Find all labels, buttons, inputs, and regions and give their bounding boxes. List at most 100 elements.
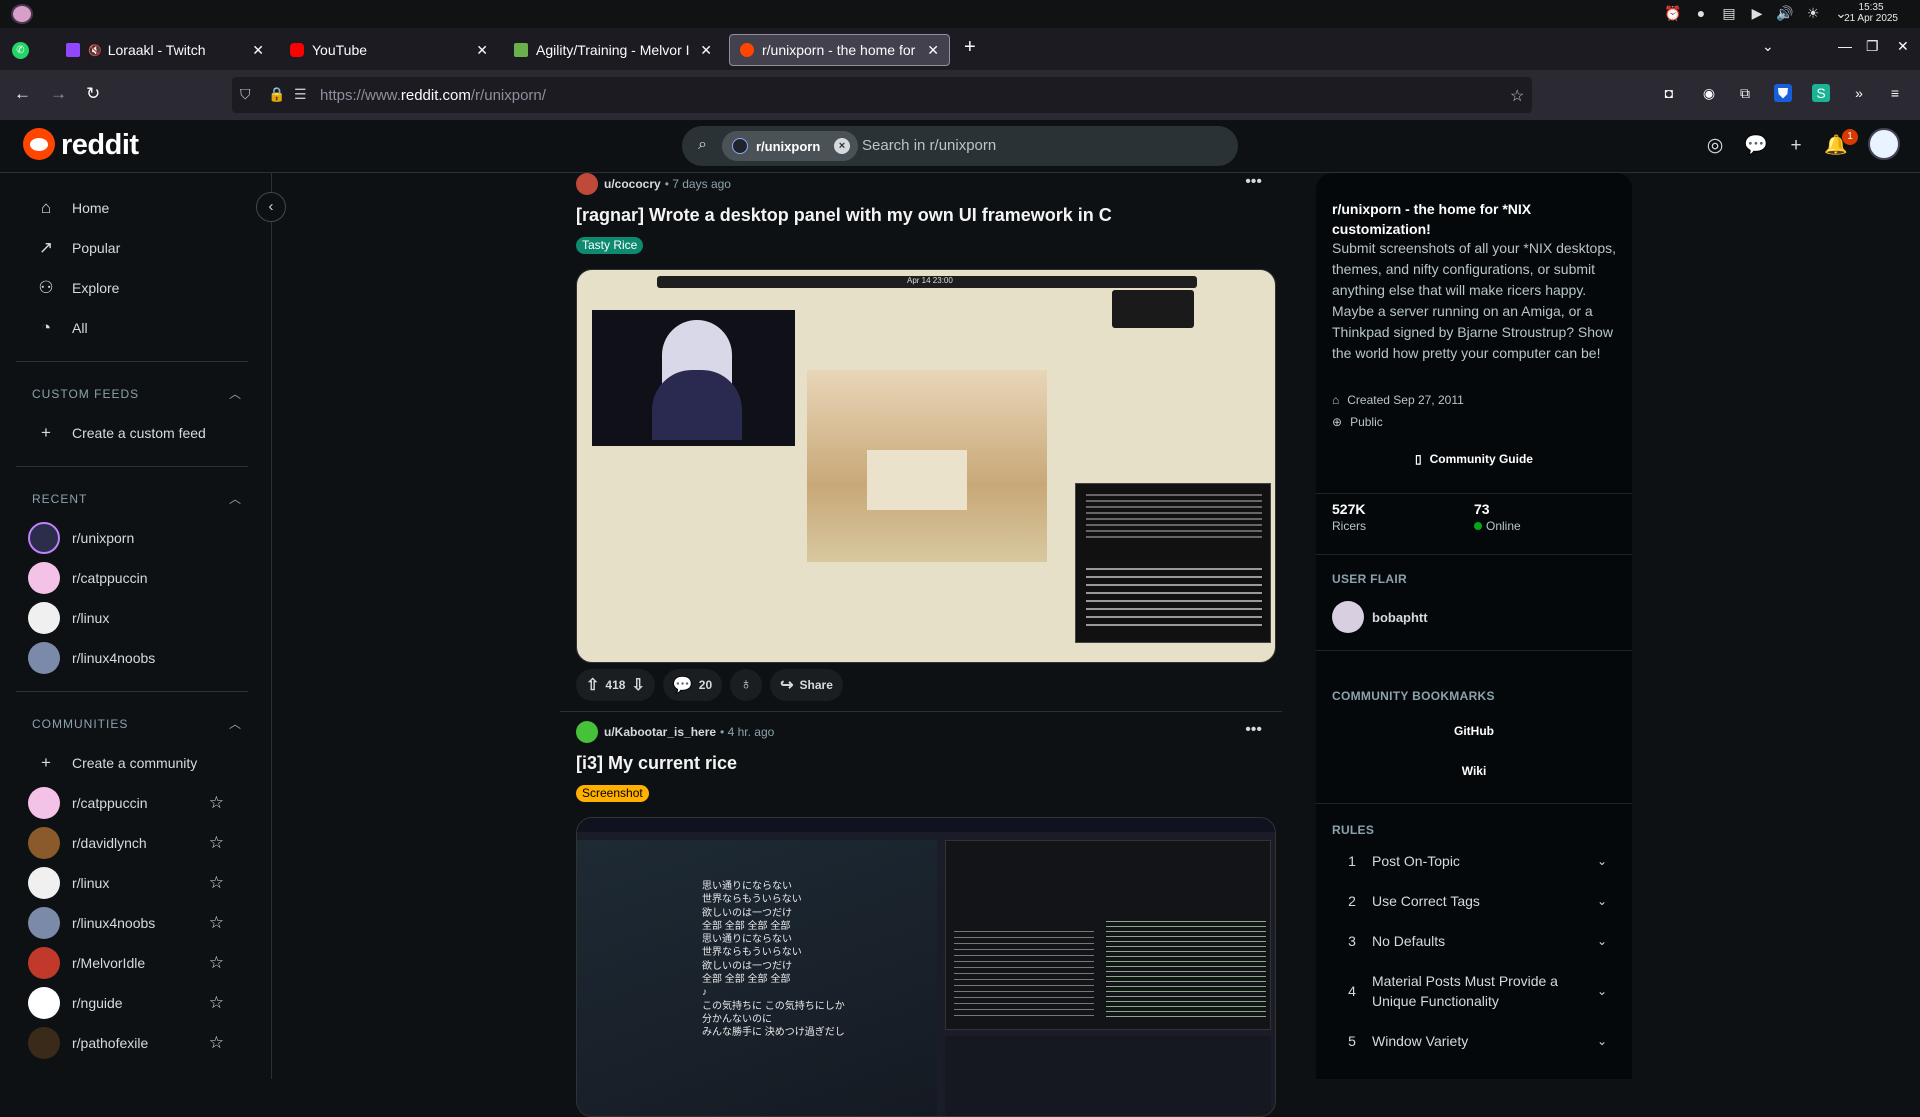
alarm-icon[interactable]: ⏰ [1664, 4, 1682, 22]
search-scope-chip[interactable]: r/unixporn × [722, 131, 858, 161]
os-menu-icon[interactable] [11, 4, 33, 24]
url-bar[interactable]: ⛉ 🔒 ☰ https://www.reddit.com/r/unixporn/… [232, 77, 1532, 113]
user-avatar[interactable] [576, 173, 598, 195]
post-flair[interactable]: Screenshot [576, 785, 649, 802]
clipboard-icon[interactable]: ▤ [1720, 4, 1738, 22]
star-icon[interactable]: ☆ [209, 873, 224, 893]
star-icon[interactable]: ☆ [209, 993, 224, 1013]
star-icon[interactable]: ☆ [209, 913, 224, 933]
pocket-icon[interactable]: ◘ [1660, 84, 1678, 102]
bookmark-wiki[interactable]: Wiki [1332, 754, 1616, 788]
shield-icon[interactable]: ⛉ [240, 86, 251, 103]
muted-speaker-icon[interactable]: 🔇 [88, 44, 102, 57]
post-author[interactable]: u/cococry [604, 177, 661, 191]
rule-item[interactable]: 2 Use Correct Tags ⌄ [1332, 891, 1616, 911]
post-author[interactable]: u/Kabootar_is_here [604, 725, 716, 739]
bookmark-github[interactable]: GitHub [1332, 714, 1616, 748]
award-button[interactable]: ♁ [730, 669, 763, 701]
downvote-icon[interactable]: ⇩ [631, 675, 644, 695]
rule-item[interactable]: 3 No Defaults ⌄ [1332, 931, 1616, 951]
chevron-up-icon[interactable]: ︿ [229, 715, 242, 732]
post-flair[interactable]: Tasty Rice [576, 237, 644, 254]
forward-icon[interactable]: → [50, 84, 67, 104]
media-play-icon[interactable]: ▶ [1748, 4, 1766, 22]
star-icon[interactable]: ☆ [209, 793, 224, 813]
post-image[interactable]: Apr 14 23:00 [576, 269, 1276, 663]
restore-icon[interactable]: ❐ [1866, 38, 1879, 55]
reddit-wordmark[interactable]: reddit [61, 129, 139, 162]
steam-icon[interactable]: ● [1692, 4, 1710, 22]
menu-icon[interactable]: ≡ [1886, 84, 1904, 102]
recent-item[interactable]: r/unixporn [16, 518, 248, 558]
user-avatar[interactable] [1868, 128, 1900, 160]
reddit-logo-icon[interactable] [23, 128, 55, 160]
sidebar-item-home[interactable]: ⌂ Home [16, 188, 248, 228]
sidebar-item-popular[interactable]: ↗ Popular [16, 228, 248, 268]
share-button[interactable]: ↪ Share [770, 669, 843, 701]
overflow-icon[interactable]: » [1850, 84, 1868, 102]
rule-item[interactable]: 4 Material Posts Must Provide a Unique Fu… [1332, 971, 1616, 1011]
clear-scope-icon[interactable]: × [834, 138, 850, 154]
star-icon[interactable]: ☆ [209, 953, 224, 973]
extensions-icon[interactable]: ⧉ [1736, 84, 1754, 102]
recent-item[interactable]: r/linux4noobs [16, 638, 248, 678]
community-item[interactable]: r/davidlynch ☆ [16, 823, 248, 863]
close-tab-icon[interactable]: ✕ [927, 42, 939, 59]
bookmark-star-icon[interactable]: ☆ [1510, 86, 1524, 106]
minimize-icon[interactable]: — [1838, 38, 1852, 54]
tab-twitch[interactable]: 🔇 Loraakl - Twitch ✕ [56, 34, 274, 66]
recent-item[interactable]: r/linux [16, 598, 248, 638]
permissions-icon[interactable]: ☰ [294, 86, 307, 103]
brightness-icon[interactable]: ☀ [1804, 4, 1822, 22]
upvote-icon[interactable]: ⇧ [586, 675, 599, 695]
more-options-icon[interactable]: ••• [1245, 721, 1262, 739]
rule-item[interactable]: 5 Window Variety ⌄ [1332, 1031, 1616, 1051]
create-post-icon[interactable]: + [1784, 134, 1808, 158]
volume-icon[interactable]: 🔊 [1776, 4, 1794, 22]
recent-heading[interactable]: RECENT ︿ [32, 492, 241, 506]
more-options-icon[interactable]: ••• [1245, 173, 1262, 191]
create-custom-feed[interactable]: + Create a custom feed [16, 413, 248, 453]
community-item[interactable]: r/catppuccin ☆ [16, 783, 248, 823]
community-item[interactable]: r/nguide ☆ [16, 983, 248, 1023]
chevron-up-icon[interactable]: ︿ [229, 490, 242, 507]
sidebar-item-explore[interactable]: ⚇ Explore [16, 268, 248, 308]
rule-item[interactable]: 1 Post On-Topic ⌄ [1332, 851, 1616, 871]
create-community[interactable]: + Create a community [16, 743, 248, 783]
community-guide-button[interactable]: ▯ Community Guide [1332, 442, 1616, 476]
search-bar[interactable]: ⌕ r/unixporn × Search in r/unixporn [682, 126, 1238, 166]
chat-icon[interactable]: 💬 [1744, 134, 1768, 158]
tab-unixporn[interactable]: r/unixporn - the home for ✕ [729, 34, 950, 66]
close-window-icon[interactable]: ✕ [1897, 38, 1909, 55]
community-item[interactable]: r/linux ☆ [16, 863, 248, 903]
bitwarden-icon[interactable]: ⛊ [1774, 84, 1792, 102]
community-item[interactable]: r/MelvorIdle ☆ [16, 943, 248, 983]
sidebar-item-all[interactable]: ◔ All [16, 308, 248, 348]
chevron-up-icon[interactable]: ︿ [229, 385, 242, 402]
close-tab-icon[interactable]: ✕ [700, 42, 712, 59]
advertise-icon[interactable]: ◎ [1703, 134, 1727, 158]
star-icon[interactable]: ☆ [209, 833, 224, 853]
clock[interactable]: 15:35 21 Apr 2025 [1844, 2, 1898, 24]
account-icon[interactable]: ◉ [1700, 84, 1718, 102]
back-icon[interactable]: ← [14, 84, 31, 104]
comments-button[interactable]: 💬 20 [662, 669, 723, 701]
community-item[interactable]: r/linux4noobs ☆ [16, 903, 248, 943]
lock-icon[interactable]: 🔒 [268, 86, 285, 103]
post-title[interactable]: [ragnar] Wrote a desktop panel with my o… [576, 205, 1112, 226]
extension-s-icon[interactable]: S [1812, 84, 1830, 102]
close-tab-icon[interactable]: ✕ [476, 42, 488, 59]
community-item[interactable]: r/pathofexile ☆ [16, 1023, 248, 1063]
reload-icon[interactable]: ↻ [86, 84, 100, 104]
url-text[interactable]: https://www.reddit.com/r/unixporn/ [320, 87, 546, 104]
collapse-sidebar-button[interactable]: ‹ [256, 192, 286, 222]
whatsapp-icon[interactable]: ✆ [12, 42, 29, 59]
close-tab-icon[interactable]: ✕ [252, 42, 264, 59]
star-icon[interactable]: ☆ [209, 1033, 224, 1053]
search-input[interactable]: Search in r/unixporn [862, 137, 996, 154]
user-flair-row[interactable]: bobaphtt [1332, 601, 1428, 633]
post-title[interactable]: [i3] My current rice [576, 753, 737, 774]
tab-list-icon[interactable]: ⌄ [1762, 38, 1774, 55]
tab-youtube[interactable]: YouTube ✕ [280, 34, 498, 66]
communities-heading[interactable]: COMMUNITIES ︿ [32, 717, 241, 731]
